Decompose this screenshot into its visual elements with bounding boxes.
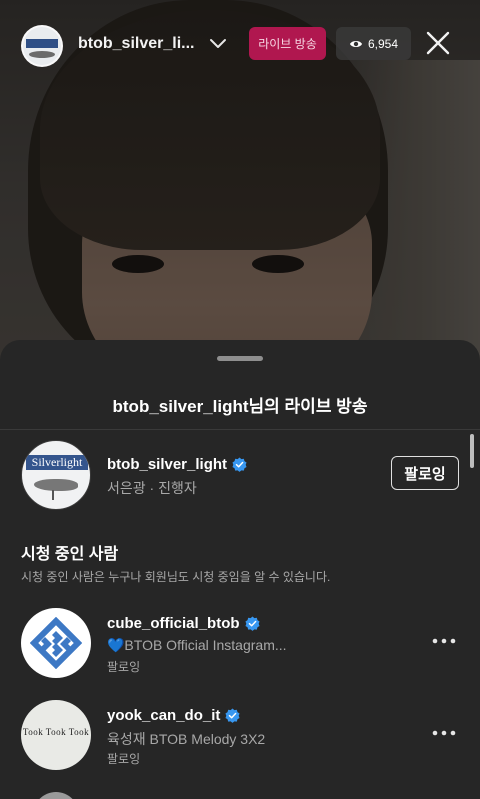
viewers-sheet: btob_silver_light님의 라이브 방송 Silverlight b…	[0, 340, 480, 799]
more-icon[interactable]	[432, 730, 456, 736]
viewer-count-button[interactable]: 6,954	[336, 27, 411, 60]
following-button-label: 팔로잉	[404, 465, 446, 483]
avatar-logo-text: Silverlight	[26, 455, 88, 470]
viewer-name: yook_can_do_it	[107, 707, 240, 724]
verified-icon	[232, 457, 247, 472]
following-button[interactable]: 팔로잉	[391, 456, 459, 490]
list-item[interactable]: cube_official_btob 💙BTOB Official Instag…	[0, 608, 480, 680]
avatar-bird-graphic	[29, 51, 55, 58]
viewer-bio: 육성재 BTOB Melody 3X2	[107, 731, 266, 747]
viewer-username[interactable]: yook_can_do_it	[107, 707, 220, 724]
host-row[interactable]: Silverlight btob_silver_light 서은광 · 진행자 …	[0, 440, 480, 512]
close-icon[interactable]	[424, 29, 452, 57]
list-item[interactable]: Took Took Took yook_can_do_it 육성재 BTOB M…	[0, 700, 480, 772]
more-icon[interactable]	[432, 638, 456, 644]
host-username[interactable]: btob_silver_li...	[78, 35, 196, 53]
viewer-avatar[interactable]	[21, 608, 91, 678]
host-profile-avatar[interactable]: Silverlight	[21, 440, 91, 510]
viewer-count: 6,954	[367, 36, 399, 51]
host-row-username[interactable]: btob_silver_light	[107, 456, 227, 473]
sheet-drag-handle[interactable]	[217, 356, 263, 361]
sheet-title: btob_silver_light님의 라이브 방송	[112, 397, 368, 416]
eye-icon	[349, 40, 362, 47]
live-badge-label: 라이브 방송	[258, 37, 317, 51]
viewer-follow-status: 팔로잉	[107, 752, 141, 766]
viewer-follow-status: 팔로잉	[107, 660, 141, 674]
live-top-bar: btob_silver_li... 라이브 방송 6,954	[0, 0, 480, 90]
viewer-username[interactable]: cube_official_btob	[107, 615, 240, 632]
host-row-name: btob_silver_light	[107, 456, 247, 473]
avatar-logo-band	[26, 39, 58, 48]
avatar-handwritten-text: Took Took Took	[22, 727, 90, 737]
section-title: 시청 중인 사람	[21, 546, 119, 563]
verified-icon	[225, 708, 240, 723]
avatar-bird-graphic	[34, 479, 78, 491]
section-description: 시청 중인 사람은 누구나 회원님도 시청 중임을 알 수 있습니다.	[21, 570, 331, 584]
cube-logo-icon	[30, 617, 82, 669]
viewer-name: cube_official_btob	[107, 615, 260, 632]
sheet-divider	[0, 429, 480, 430]
host-avatar[interactable]	[21, 25, 63, 67]
viewer-avatar[interactable]: Took Took Took	[21, 700, 91, 770]
chevron-down-icon[interactable]	[208, 34, 228, 54]
avatar-bird-legs	[52, 490, 54, 500]
host-row-subtitle: 서은광 · 진행자	[107, 480, 197, 496]
verified-icon	[245, 616, 260, 631]
live-badge: 라이브 방송	[249, 27, 326, 60]
viewer-bio: 💙BTOB Official Instagram...	[107, 637, 287, 653]
